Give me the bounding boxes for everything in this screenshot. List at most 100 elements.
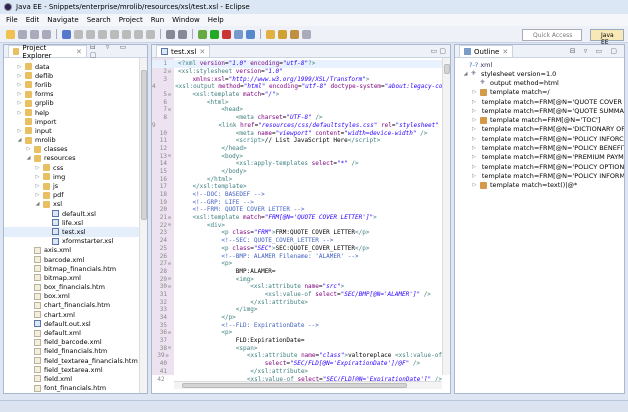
outline-item[interactable]: ⁜ output method=html: [455, 78, 624, 87]
tree-item[interactable]: field.xml: [4, 374, 147, 383]
outline-item[interactable]: ▷ template match=FRM[@N='PREMIUM PAYMENTS…: [455, 153, 624, 162]
outline-item[interactable]: ▷ template match=/: [455, 88, 624, 97]
toolbar-button-icon[interactable]: [134, 29, 143, 39]
twisty-icon[interactable]: ▷: [35, 192, 40, 198]
tree-item[interactable]: test.xsl: [4, 227, 147, 237]
editor-vertical-scrollbar[interactable]: [442, 58, 450, 375]
twisty-icon[interactable]: ▷: [472, 145, 476, 151]
close-icon[interactable]: ✕: [502, 48, 508, 56]
twisty-icon[interactable]: ▷: [17, 64, 22, 70]
tree-item[interactable]: chart.xml: [4, 310, 147, 319]
outline-view-icons[interactable]: ⊟ ▿ ▭ ▢: [570, 47, 624, 55]
toolbar-button-icon[interactable]: [290, 29, 299, 39]
menu-search[interactable]: Search: [87, 16, 111, 24]
toolbar-button-icon[interactable]: [122, 29, 131, 39]
tree-item[interactable]: chart_financials.htm: [4, 301, 147, 310]
tree-item[interactable]: field_financials.htm: [4, 347, 147, 356]
twisty-icon[interactable]: ▷: [472, 182, 477, 188]
menu-navigate[interactable]: Navigate: [47, 16, 78, 24]
outline-item[interactable]: ▷ template match=FRM[@N='QUOTE SUMMARY']: [455, 106, 624, 115]
twisty-icon[interactable]: ▷: [17, 100, 22, 106]
toolbar-button-icon[interactable]: [98, 29, 107, 39]
tree-item[interactable]: box.xml: [4, 292, 147, 301]
tree-item[interactable]: ▷ help: [4, 108, 147, 117]
tab-test-xsl[interactable]: test.xsl ✕: [156, 45, 211, 57]
tree-item[interactable]: default.out.xsl: [4, 319, 147, 328]
tree-item[interactable]: axis.xml: [4, 246, 147, 255]
menu-project[interactable]: Project: [119, 16, 143, 24]
quick-access-input[interactable]: Quick Access: [522, 29, 582, 41]
tree-item[interactable]: ◢ mrolib: [4, 136, 147, 145]
toolbar-button-icon[interactable]: [210, 29, 219, 39]
toolbar-button-icon[interactable]: [6, 29, 15, 39]
toolbar-button-icon[interactable]: [62, 29, 71, 39]
tree-item[interactable]: ◢ resources: [4, 154, 147, 163]
tree-item[interactable]: life.xsl: [4, 218, 147, 227]
explorer-scrollbar[interactable]: [139, 58, 147, 393]
tree-item[interactable]: ▷ img: [4, 172, 147, 181]
maximize-icon[interactable]: ▭ ▢: [431, 47, 450, 55]
outline-item[interactable]: ▷ template match=FRM[@N='POLICY OPTIONS']: [455, 162, 624, 171]
twisty-icon[interactable]: ◢: [35, 201, 40, 207]
view-menu-icons[interactable]: ⊟ ▿ ▭ ▢: [90, 45, 147, 59]
twisty-icon[interactable]: ▷: [472, 164, 476, 170]
outline-item[interactable]: ▷ template match=FRM[@N='QUOTE COVER LETT…: [455, 97, 624, 106]
tree-item[interactable]: ▷ js: [4, 181, 147, 190]
outline-item[interactable]: ◢ ⁜ stylesheet version=1.0: [455, 69, 624, 78]
twisty-icon[interactable]: ◢: [17, 137, 22, 143]
twisty-icon[interactable]: ▷: [472, 136, 476, 142]
twisty-icon[interactable]: ▷: [26, 146, 31, 152]
toolbar-button-icon[interactable]: [278, 29, 287, 39]
toolbar-button-icon[interactable]: [166, 29, 175, 39]
outline-item[interactable]: ▷ template match=FRM[@N='TOC']: [455, 115, 624, 124]
twisty-icon[interactable]: ▷: [17, 82, 22, 88]
tree-item[interactable]: ▷ pdf: [4, 191, 147, 200]
toolbar-button-icon[interactable]: [222, 29, 231, 39]
tree-item[interactable]: import: [4, 117, 147, 126]
tree-item[interactable]: field_textarea.xml: [4, 365, 147, 374]
close-icon[interactable]: ✕: [76, 48, 82, 56]
code-text-area[interactable]: 1 <?xml version="1.0" encoding="utf-8"?> 2…: [152, 60, 450, 383]
twisty-icon[interactable]: ▷: [472, 89, 477, 95]
twisty-icon[interactable]: ▷: [472, 99, 476, 105]
outline-item[interactable]: ▷ template match=FRM[@N='DICTIONARY OF TE…: [455, 125, 624, 134]
tree-item[interactable]: ▷ forms: [4, 90, 147, 99]
toolbar-button-icon[interactable]: [18, 29, 27, 39]
tree-item[interactable]: ▷ forlib: [4, 80, 147, 89]
tree-item[interactable]: box_financials.htm: [4, 283, 147, 292]
toolbar-button-icon[interactable]: [110, 29, 119, 39]
toolbar-button-icon[interactable]: [266, 29, 275, 39]
tree-item[interactable]: ▷ classes: [4, 145, 147, 154]
tab-project-explorer[interactable]: Project Explorer ✕: [8, 45, 87, 60]
twisty-icon[interactable]: ▷: [17, 73, 22, 79]
menu-run[interactable]: Run: [151, 16, 164, 24]
tree-item[interactable]: ▷ css: [4, 163, 147, 172]
tree-item[interactable]: default.xsl: [4, 209, 147, 218]
tab-outline[interactable]: Outline ✕: [459, 45, 514, 57]
menu-edit[interactable]: Edit: [26, 16, 40, 24]
tree-item[interactable]: font_financials.htm: [4, 384, 147, 393]
close-icon[interactable]: ✕: [199, 48, 205, 56]
twisty-icon[interactable]: ▷: [472, 108, 476, 114]
toolbar-button-icon[interactable]: [178, 29, 187, 39]
toolbar-button-icon[interactable]: [86, 29, 95, 39]
tree-item[interactable]: ▷ deflib: [4, 71, 147, 80]
tree-item[interactable]: barcode.xml: [4, 255, 147, 264]
toolbar-button-icon[interactable]: [234, 29, 243, 39]
toolbar-button-icon[interactable]: [302, 29, 311, 39]
toolbar-button-icon[interactable]: [246, 29, 255, 39]
twisty-icon[interactable]: ▷: [472, 173, 476, 179]
twisty-icon[interactable]: ▷: [472, 154, 476, 160]
twisty-icon[interactable]: ▷: [17, 110, 22, 116]
menu-help[interactable]: Help: [208, 16, 224, 24]
outline-item[interactable]: ▷ template match=FRM[@N='POLICY INFORCE']: [455, 134, 624, 143]
tree-item[interactable]: field_barcode.xml: [4, 338, 147, 347]
outline-root-xml[interactable]: ?-? xml: [455, 58, 624, 69]
toolbar-button-icon[interactable]: [30, 29, 39, 39]
tree-item[interactable]: xformstarter.xsl: [4, 237, 147, 246]
toolbar-button-icon[interactable]: [74, 29, 83, 39]
menu-file[interactable]: File: [6, 16, 18, 24]
tree-item[interactable]: ◢ xsl: [4, 200, 147, 209]
twisty-icon[interactable]: ◢: [26, 155, 31, 161]
toolbar-button-icon[interactable]: [146, 29, 155, 39]
